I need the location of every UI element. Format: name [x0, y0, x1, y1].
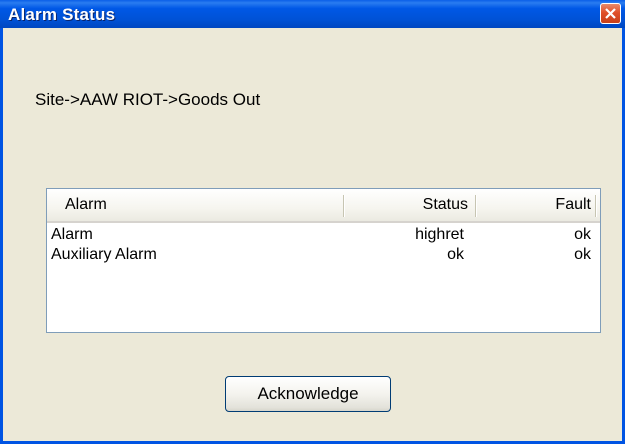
cell-status: highret [415, 226, 464, 243]
acknowledge-button[interactable]: Acknowledge [225, 376, 391, 412]
column-header-fault[interactable]: Fault [477, 189, 597, 221]
close-x-icon [605, 8, 616, 19]
cell-fault: ok [574, 226, 591, 243]
column-divider[interactable] [595, 195, 597, 217]
window-title: Alarm Status [8, 5, 116, 24]
list-body: Alarm highret ok Auxiliary Alarm ok ok [47, 225, 600, 265]
column-header-status[interactable]: Status [344, 189, 476, 221]
list-row[interactable]: Auxiliary Alarm ok ok [47, 245, 600, 265]
location-path-label: Site->AAW RIOT->Goods Out [35, 90, 261, 109]
close-icon[interactable] [600, 3, 621, 24]
list-header: Alarm Status Fault [47, 189, 600, 223]
cell-fault: ok [574, 246, 591, 263]
title-bar[interactable]: Alarm Status [0, 0, 625, 28]
alarm-list[interactable]: Alarm Status Fault Alarm highret ok Auxi… [46, 188, 601, 333]
cell-alarm: Alarm [51, 226, 93, 243]
alarm-status-window: Alarm Status Site->AAW RIOT->Goods Out A… [0, 0, 625, 444]
cell-status: ok [447, 246, 464, 263]
column-header-alarm[interactable]: Alarm [47, 189, 343, 221]
cell-alarm: Auxiliary Alarm [51, 246, 157, 263]
list-row[interactable]: Alarm highret ok [47, 225, 600, 245]
